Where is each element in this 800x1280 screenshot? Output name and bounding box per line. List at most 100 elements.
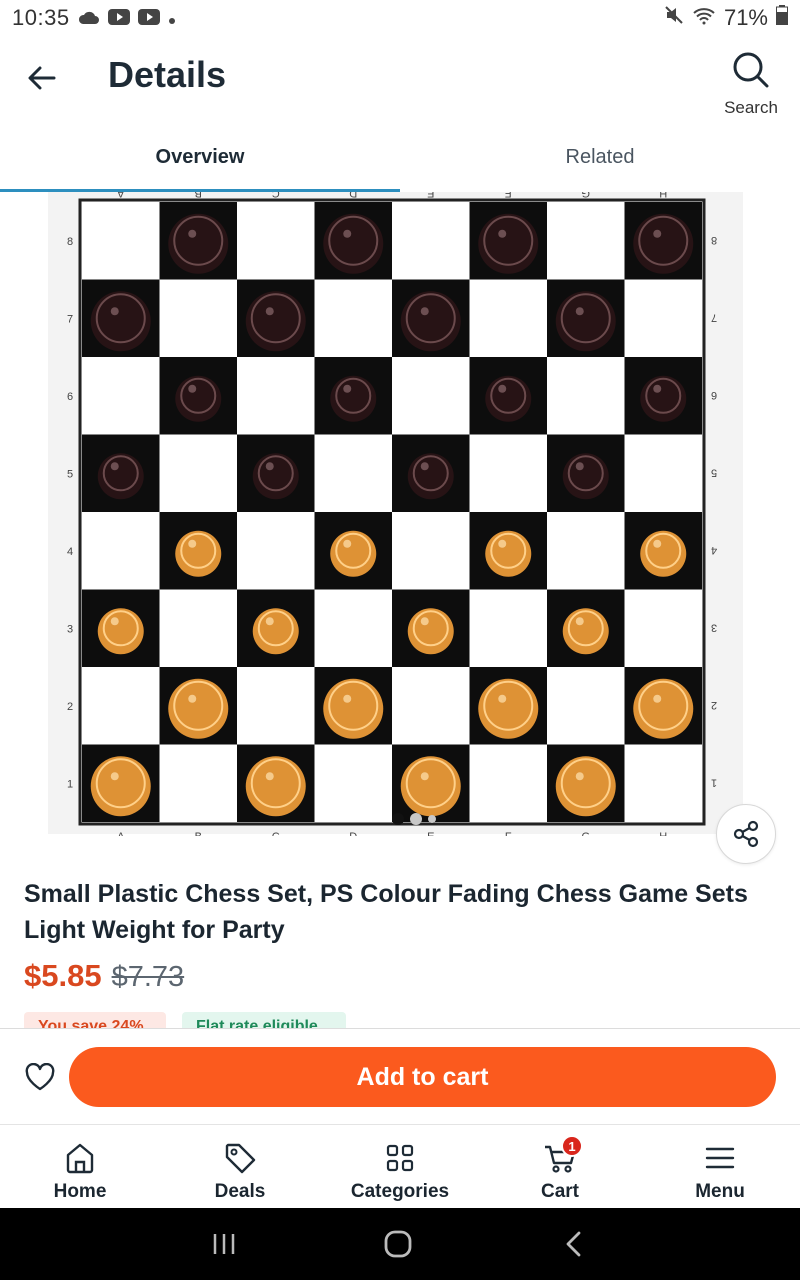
savings-badge: You save 24% bbox=[24, 1012, 166, 1028]
nav-label: Deals bbox=[214, 1181, 266, 1202]
dark-piece bbox=[90, 291, 151, 352]
dark-piece bbox=[330, 375, 377, 422]
recents-button[interactable] bbox=[204, 1226, 244, 1262]
youtube-icon bbox=[107, 5, 130, 31]
rank-label: 1 bbox=[67, 778, 73, 790]
board-square bbox=[314, 744, 392, 822]
board-square bbox=[624, 279, 702, 357]
rank-label: 2 bbox=[67, 701, 73, 713]
nav-item-home[interactable]: Home bbox=[0, 1125, 160, 1209]
battery-icon bbox=[776, 5, 788, 31]
file-label: D bbox=[349, 192, 357, 199]
search-button[interactable]: Search bbox=[712, 50, 790, 122]
board-square bbox=[159, 434, 237, 512]
file-label: E bbox=[427, 192, 434, 199]
home-system-icon bbox=[384, 1230, 412, 1258]
carousel-dot[interactable] bbox=[428, 815, 436, 823]
board-square bbox=[159, 744, 237, 822]
board-square bbox=[392, 512, 470, 590]
status-bar: 10:35 71% bbox=[0, 0, 800, 36]
heart-icon bbox=[25, 1063, 55, 1091]
board-square bbox=[237, 512, 315, 590]
board-square bbox=[314, 434, 392, 512]
search-icon bbox=[733, 52, 769, 88]
dark-piece bbox=[478, 213, 539, 274]
file-label: C bbox=[272, 192, 280, 199]
price-row: $5.85 $7.73 bbox=[24, 958, 184, 994]
action-bar: Add to cart bbox=[0, 1028, 800, 1124]
product-image[interactable]: A B C D E F G H 8 7 6 5 4 3 2 1 8 7 6 5 4 3 2 1 A B C D E F G H bbox=[0, 192, 800, 836]
board-square bbox=[624, 589, 702, 667]
dark-piece bbox=[633, 213, 694, 274]
arrow-left-icon bbox=[28, 66, 56, 90]
board-square bbox=[159, 279, 237, 357]
light-piece bbox=[97, 608, 144, 655]
chess-board-image: A B C D E F G H 8 7 6 5 4 3 2 1 8 7 6 5 4 3 2 1 A B C D E F G H bbox=[48, 192, 743, 836]
mute-icon bbox=[664, 5, 684, 31]
tab-label: Overview bbox=[155, 145, 245, 168]
file-label: G bbox=[581, 192, 590, 199]
dark-piece bbox=[640, 375, 687, 422]
dark-piece bbox=[168, 213, 229, 274]
menu-icon bbox=[703, 1141, 737, 1175]
rank-label: 5 bbox=[711, 466, 717, 478]
board-square bbox=[547, 357, 625, 435]
file-label: C bbox=[272, 831, 280, 836]
board-square bbox=[547, 512, 625, 590]
tab-overview[interactable]: Overview bbox=[0, 122, 400, 192]
product-title: Small Plastic Chess Set, PS Colour Fadin… bbox=[24, 880, 748, 944]
board-square bbox=[469, 589, 547, 667]
board-square bbox=[624, 744, 702, 822]
file-label: A bbox=[116, 192, 124, 199]
dark-piece bbox=[555, 291, 616, 352]
dark-piece bbox=[407, 453, 454, 500]
light-piece bbox=[407, 608, 454, 655]
dark-piece bbox=[245, 291, 306, 352]
nav-item-menu[interactable]: Menu bbox=[640, 1125, 800, 1209]
dark-piece bbox=[175, 375, 222, 422]
bottom-nav: Home Deals Categories 1 Cart Menu bbox=[0, 1124, 800, 1208]
file-label: E bbox=[427, 831, 434, 836]
dark-piece bbox=[562, 453, 609, 500]
file-label: B bbox=[195, 192, 202, 199]
chevron-left-icon bbox=[566, 1231, 581, 1257]
notification-dot-icon bbox=[168, 5, 176, 31]
file-label: B bbox=[195, 831, 202, 836]
board-square bbox=[624, 434, 702, 512]
nav-item-deals[interactable]: Deals bbox=[160, 1125, 320, 1209]
battery-percent: 71% bbox=[723, 5, 768, 30]
nav-label: Cart bbox=[540, 1181, 579, 1202]
board-square bbox=[314, 589, 392, 667]
light-piece bbox=[400, 756, 461, 817]
recents-icon bbox=[213, 1234, 235, 1254]
board-square bbox=[237, 667, 315, 745]
light-piece bbox=[168, 678, 229, 739]
back-button[interactable] bbox=[20, 56, 64, 100]
light-piece bbox=[330, 530, 377, 577]
tab-related[interactable]: Related bbox=[400, 122, 800, 192]
file-label: H bbox=[659, 192, 667, 199]
current-price: $5.85 bbox=[24, 958, 102, 993]
board-square bbox=[469, 744, 547, 822]
add-to-cart-button[interactable]: Add to cart bbox=[69, 1047, 776, 1107]
youtube-icon bbox=[137, 5, 160, 31]
carousel-dot[interactable] bbox=[410, 813, 422, 825]
board-square bbox=[314, 279, 392, 357]
light-piece bbox=[562, 608, 609, 655]
carousel-dot[interactable] bbox=[392, 813, 404, 825]
rank-label: 7 bbox=[67, 313, 73, 325]
wishlist-button[interactable] bbox=[20, 1057, 60, 1097]
board-square bbox=[237, 357, 315, 435]
system-nav-bar bbox=[0, 1208, 800, 1280]
file-label: H bbox=[659, 831, 667, 836]
home-system-button[interactable] bbox=[378, 1226, 418, 1262]
rank-label: 4 bbox=[67, 546, 73, 558]
back-system-button[interactable] bbox=[554, 1226, 594, 1262]
share-button[interactable] bbox=[716, 804, 776, 864]
board-square bbox=[159, 589, 237, 667]
dark-piece bbox=[323, 213, 384, 274]
nav-item-cart[interactable]: 1 Cart bbox=[480, 1125, 640, 1209]
light-piece bbox=[252, 608, 299, 655]
tab-label: Related bbox=[565, 145, 635, 168]
nav-item-categories[interactable]: Categories bbox=[320, 1125, 480, 1209]
